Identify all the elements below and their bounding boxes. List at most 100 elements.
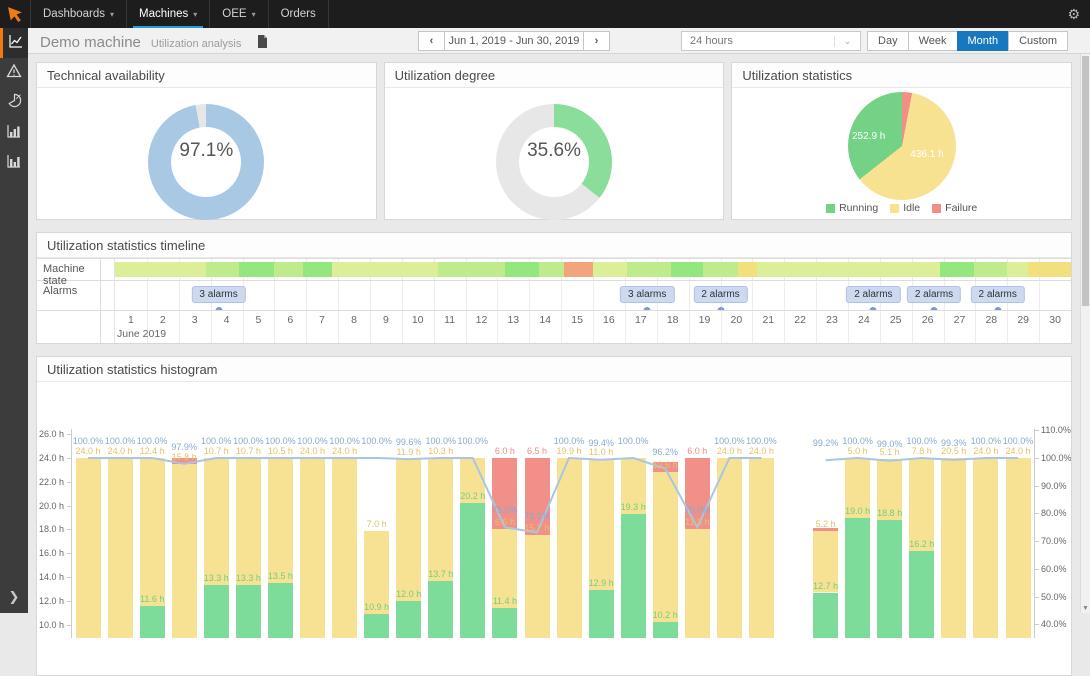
machine-state-segment[interactable] — [1007, 262, 1028, 277]
technical-availability-donut-chart[interactable] — [148, 104, 264, 220]
sidebar-item-statistics[interactable] — [0, 88, 28, 118]
timeline-gridline — [689, 281, 690, 310]
forcam-logo-icon[interactable] — [0, 0, 30, 28]
alarm-badge[interactable]: 2 alarms — [693, 286, 747, 303]
timeline-gridline — [179, 281, 180, 310]
legend-item-idle[interactable]: Idle — [890, 202, 920, 214]
machine-state-segment[interactable] — [332, 262, 439, 277]
timeline-gridline — [529, 281, 530, 310]
running-hours-label: 20.2 h — [460, 491, 485, 501]
machine-state-segment[interactable] — [671, 262, 703, 277]
machine-state-segment[interactable] — [239, 262, 274, 277]
range-button-day[interactable]: Day — [867, 31, 909, 51]
alarm-marker-dot — [644, 307, 651, 310]
alarm-badge[interactable]: 3 alarms — [620, 286, 674, 303]
machine-state-segment[interactable] — [703, 262, 738, 277]
nav-item-oee[interactable]: OEE▾ — [210, 0, 268, 28]
export-report-icon[interactable] — [257, 35, 268, 54]
timeline-gridline — [466, 311, 467, 343]
availability-percent-label: 100.0% — [137, 436, 168, 446]
sidebar-expand-chevron-icon[interactable]: ❯ — [0, 589, 28, 605]
chevron-down-icon: ⌄ — [834, 36, 860, 47]
machine-state-segment[interactable] — [974, 262, 1008, 277]
sidebar-item-utilization-analysis[interactable] — [0, 28, 28, 58]
utilization-statistics-pie-chart[interactable] — [848, 92, 956, 200]
alarm-badge[interactable]: 2 alarms — [846, 286, 900, 303]
running-hours-label: 10.2 h — [653, 610, 678, 620]
pie-slice-label-idle: 436.1 h — [910, 149, 943, 160]
timeline-axis-day: 10 — [412, 314, 424, 326]
availability-percent-label: 100.0% — [842, 436, 873, 446]
timeline-gridline — [880, 311, 881, 343]
nav-item-machines[interactable]: Machines▾ — [127, 0, 210, 28]
range-button-custom[interactable]: Custom — [1008, 31, 1068, 51]
scrollbar-down-arrow-icon[interactable]: ▼ — [1081, 605, 1090, 612]
machine-state-segment[interactable] — [940, 262, 974, 277]
timeline-axis-day: 7 — [319, 314, 325, 326]
availability-percent-label: 99.6% — [396, 437, 422, 447]
nav-item-label: Orders — [281, 8, 316, 20]
machine-state-segment[interactable] — [274, 262, 303, 277]
idle-hours-label: 11.0 h — [589, 447, 613, 457]
machine-state-segment[interactable] — [738, 262, 757, 277]
legend-item-failure[interactable]: Failure — [932, 202, 977, 214]
idle-hours-label: 10.7 h — [236, 446, 261, 456]
timeline-axis-day: 17 — [635, 314, 647, 326]
machine-state-segment[interactable] — [303, 262, 332, 277]
machine-state-segment[interactable] — [505, 262, 539, 277]
availability-percent-label: 75.0% — [685, 505, 711, 515]
sidebar-item-alarms[interactable] — [0, 58, 28, 88]
running-hours-label: 18.8 h — [877, 508, 902, 518]
scrollbar-thumb[interactable] — [1082, 56, 1089, 306]
pie-legend: Running Idle Failure — [732, 202, 1071, 214]
range-button-month[interactable]: Month — [957, 31, 1010, 51]
alarm-badge[interactable]: 3 alarms — [191, 286, 245, 303]
interval-select[interactable]: 24 hours ⌄ — [681, 31, 861, 51]
panel-title: Utilization statistics histogram — [37, 357, 1071, 382]
idle-hours-label: 5.0 h — [848, 446, 868, 456]
availability-percent-label: 73.1% — [524, 511, 550, 521]
next-period-button[interactable]: › — [583, 31, 610, 51]
alarm-badge[interactable]: 2 alarms — [907, 286, 961, 303]
timeline-axis-day: 8 — [351, 314, 357, 326]
timeline-row-label-alarms: Alarms — [37, 281, 101, 310]
range-button-week[interactable]: Week — [908, 31, 958, 51]
legend-item-running[interactable]: Running — [826, 202, 878, 214]
running-hours-label: 11.6 h — [140, 594, 164, 604]
timeline-axis-day: 2 — [160, 314, 166, 326]
availability-percent-label: 99.3% — [941, 438, 967, 448]
machine-state-segment[interactable] — [1028, 262, 1071, 277]
alarms-track: 3 alarms 3 alarms 2 alarms 2 alarms 2 alarms… — [115, 281, 1071, 310]
legend-label: Running — [839, 202, 878, 214]
timeline-gridline — [434, 281, 435, 310]
utilization-degree-donut-chart[interactable] — [496, 104, 612, 220]
nav-item-dashboards[interactable]: Dashboards▾ — [30, 0, 127, 28]
sidebar-item-columns[interactable] — [0, 148, 28, 178]
timeline-gridline — [625, 311, 626, 343]
timeline-gridline — [306, 281, 307, 310]
running-hours-label: 13.5 h — [268, 571, 293, 581]
vertical-scrollbar[interactable]: ▼ — [1080, 28, 1090, 613]
date-range-button[interactable]: Jun 1, 2019 - Jun 30, 2019 — [444, 31, 584, 51]
machine-state-track[interactable] — [115, 259, 1071, 280]
date-navigation: ‹ Jun 1, 2019 - Jun 30, 2019 › — [418, 31, 610, 51]
machine-state-segment[interactable] — [564, 262, 593, 277]
settings-gear-icon[interactable]: ⚙ — [1057, 0, 1090, 28]
timeline-axis-day: 11 — [444, 314, 455, 326]
machine-state-segment[interactable] — [115, 262, 206, 277]
sidebar-item-histogram[interactable] — [0, 118, 28, 148]
machine-state-segment[interactable] — [627, 262, 672, 277]
nav-item-orders[interactable]: Orders — [269, 0, 329, 28]
machine-state-segment[interactable] — [438, 262, 505, 277]
timeline-gridline — [657, 311, 658, 343]
machine-state-segment[interactable] — [757, 262, 940, 277]
prev-period-button[interactable]: ‹ — [418, 31, 445, 51]
timeline-gridline — [338, 281, 339, 310]
machine-state-segment[interactable] — [206, 262, 240, 277]
machine-state-bar — [115, 262, 1071, 277]
panel-title: Utilization statistics — [732, 63, 1071, 88]
machine-state-segment[interactable] — [539, 262, 565, 277]
pareto-chart-icon — [6, 123, 22, 144]
alarm-badge[interactable]: 2 alarms — [971, 286, 1025, 303]
machine-state-segment[interactable] — [593, 262, 627, 277]
